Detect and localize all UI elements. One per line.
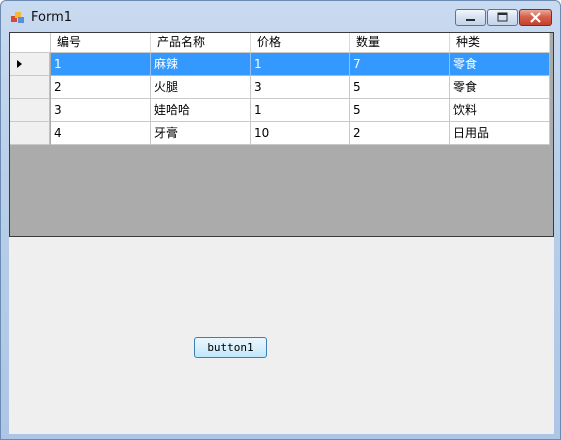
- table-cell[interactable]: 1: [251, 53, 350, 76]
- row-header[interactable]: [10, 122, 50, 145]
- maximize-icon: [497, 12, 508, 22]
- table-cell[interactable]: 7: [350, 53, 450, 76]
- column-header-quantity[interactable]: 数量: [350, 33, 450, 52]
- close-icon: [530, 12, 541, 23]
- close-button[interactable]: [519, 9, 552, 26]
- current-row-arrow-icon: [17, 60, 22, 68]
- table-cell[interactable]: 娃哈哈: [151, 99, 251, 122]
- table-cell[interactable]: 2: [51, 76, 151, 99]
- table-cell[interactable]: 零食: [450, 76, 550, 99]
- row-header[interactable]: [10, 53, 50, 76]
- minimize-icon: [466, 19, 475, 21]
- column-header-category[interactable]: 种类: [450, 33, 550, 52]
- row-header[interactable]: [10, 99, 50, 122]
- minimize-button[interactable]: [455, 9, 486, 26]
- table-cell[interactable]: 2: [350, 122, 450, 145]
- table-cell[interactable]: 3: [51, 99, 151, 122]
- window-title: Form1: [31, 10, 73, 25]
- row-header[interactable]: [10, 76, 50, 99]
- column-header-product-name[interactable]: 产品名称: [151, 33, 251, 52]
- title-bar[interactable]: Form1: [1, 1, 560, 32]
- table-cell[interactable]: 5: [350, 76, 450, 99]
- table-cell[interactable]: 1: [51, 53, 151, 76]
- table-cell[interactable]: 1: [251, 99, 350, 122]
- table-cell[interactable]: 日用品: [450, 122, 550, 145]
- table-row[interactable]: 4 牙膏 10 2 日用品: [10, 122, 550, 145]
- form-client-area: 编号 产品名称 价格 数量 种类 1 麻辣 1 7 零食 2 火腿 3 5 零食…: [9, 32, 554, 434]
- data-grid-view[interactable]: 编号 产品名称 价格 数量 种类 1 麻辣 1 7 零食 2 火腿 3 5 零食…: [9, 32, 554, 237]
- table-cell[interactable]: 10: [251, 122, 350, 145]
- table-cell[interactable]: 5: [350, 99, 450, 122]
- form-window: Form1 编号 产品名称 价格 数量 种类 1 麻辣 1 7 零食 2 火腿 …: [0, 0, 561, 440]
- table-cell[interactable]: 麻辣: [151, 53, 251, 76]
- grid-header-row: 编号 产品名称 价格 数量 种类: [10, 33, 550, 53]
- column-header-price[interactable]: 价格: [251, 33, 350, 52]
- table-cell[interactable]: 牙膏: [151, 122, 251, 145]
- table-row[interactable]: 3 娃哈哈 1 5 饮料: [10, 99, 550, 122]
- table-cell[interactable]: 零食: [450, 53, 550, 76]
- grid-corner-header[interactable]: [10, 33, 51, 52]
- column-header-id[interactable]: 编号: [51, 33, 151, 52]
- table-row[interactable]: 2 火腿 3 5 零食: [10, 76, 550, 99]
- maximize-button[interactable]: [487, 9, 518, 26]
- table-cell[interactable]: 饮料: [450, 99, 550, 122]
- table-cell[interactable]: 4: [51, 122, 151, 145]
- table-cell[interactable]: 3: [251, 76, 350, 99]
- table-cell[interactable]: 火腿: [151, 76, 251, 99]
- table-row[interactable]: 1 麻辣 1 7 零食: [10, 53, 550, 76]
- app-icon: [11, 12, 24, 23]
- button1[interactable]: button1: [194, 337, 267, 358]
